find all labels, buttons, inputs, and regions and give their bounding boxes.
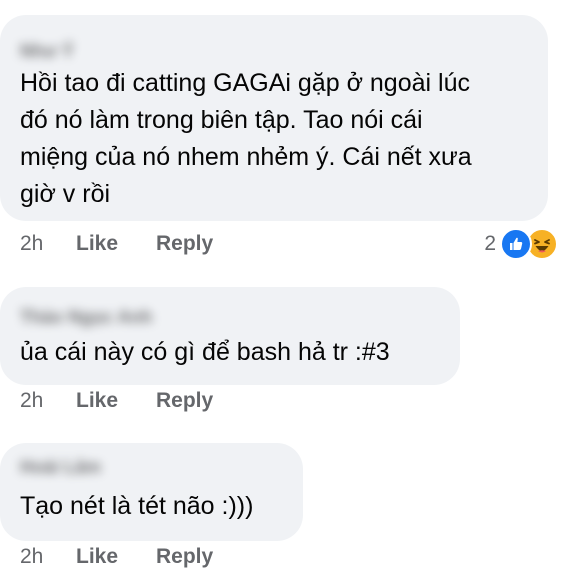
comment-text: ủa cái này có gì để bash hả tr :#3 [20,338,390,366]
like-button[interactable]: Like [76,389,156,413]
comment-bubble: Hoài Lâm Tạo nét là tét não :))) [0,443,303,541]
comment-time[interactable]: 2h [20,389,76,413]
comment-text: Tạo nét là tét não :))) [20,492,254,520]
reply-button[interactable]: Reply [156,232,213,256]
comment-bubble: Như Ý Hồi tao đi catting GAGAi gặp ở ngo… [0,15,548,221]
like-button[interactable]: Like [76,232,156,256]
reply-button[interactable]: Reply [156,545,213,569]
comment-time[interactable]: 2h [20,232,76,256]
comment-actions: 2h Like Reply [20,545,213,569]
reactions-summary[interactable]: 2 [484,228,558,260]
comment-bubble: Thảo Ngọc Anh ủa cái này có gì để bash h… [0,287,460,385]
comment-author[interactable]: Hoài Lâm [20,457,101,478]
comment-actions: 2h Like Reply [20,389,213,413]
reaction-count: 2 [484,232,496,255]
comment-author[interactable]: Thảo Ngọc Anh [20,307,152,328]
like-button[interactable]: Like [76,545,156,569]
comment-text: Hồi tao đi catting GAGAi gặp ở ngoài lúc… [20,69,472,208]
comment-time[interactable]: 2h [20,545,76,569]
like-icon [500,228,532,260]
comment-author[interactable]: Như Ý [20,41,74,62]
reply-button[interactable]: Reply [156,389,213,413]
comment-actions: 2h Like Reply [20,232,213,256]
